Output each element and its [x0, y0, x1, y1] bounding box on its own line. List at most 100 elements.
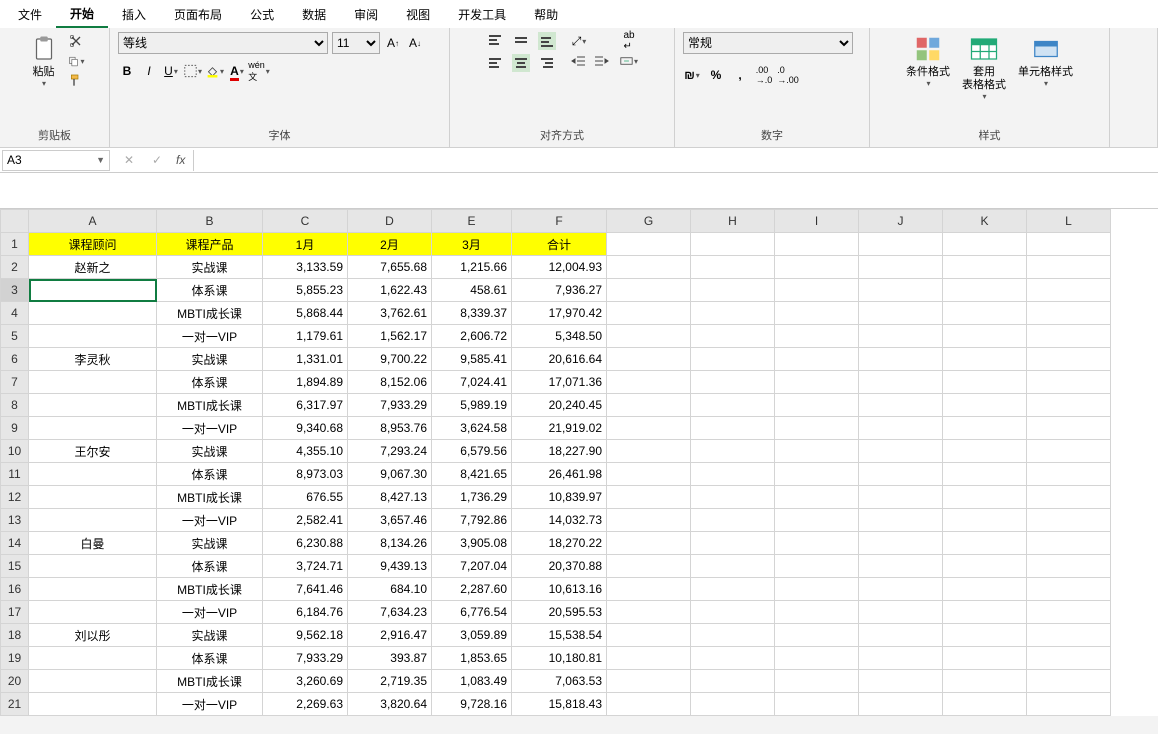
increase-indent-button[interactable] [592, 52, 610, 70]
cell[interactable] [691, 440, 775, 463]
cell[interactable]: 一对一VIP [157, 325, 263, 348]
cell[interactable] [775, 624, 859, 647]
cell[interactable] [859, 555, 943, 578]
cell[interactable]: 7,655.68 [348, 256, 432, 279]
cell[interactable]: 6,776.54 [432, 601, 512, 624]
align-center-button[interactable] [512, 54, 530, 72]
cell[interactable] [691, 302, 775, 325]
cell[interactable] [859, 394, 943, 417]
cut-button[interactable] [67, 32, 85, 50]
row-header-10[interactable]: 10 [1, 440, 29, 463]
cell[interactable]: 7,207.04 [432, 555, 512, 578]
cell[interactable] [1027, 463, 1111, 486]
col-header-D[interactable]: D [348, 210, 432, 233]
cell[interactable] [29, 693, 157, 716]
cell[interactable]: 7,936.27 [512, 279, 607, 302]
row-header-1[interactable]: 1 [1, 233, 29, 256]
cell[interactable] [775, 348, 859, 371]
phonetic-button[interactable]: wén文▾ [250, 62, 268, 80]
accounting-format-button[interactable]: ₪▾ [683, 66, 701, 84]
cell[interactable]: 课程产品 [157, 233, 263, 256]
cell[interactable] [29, 302, 157, 325]
menu-开发工具[interactable]: 开发工具 [444, 2, 520, 27]
cell[interactable]: 6,184.76 [263, 601, 348, 624]
row-header-11[interactable]: 11 [1, 463, 29, 486]
menu-视图[interactable]: 视图 [392, 2, 444, 27]
align-top-button[interactable] [486, 32, 504, 50]
col-header-G[interactable]: G [607, 210, 691, 233]
cell[interactable] [607, 417, 691, 440]
cell[interactable] [943, 555, 1027, 578]
cell[interactable] [943, 647, 1027, 670]
cell[interactable] [607, 256, 691, 279]
cell[interactable] [943, 371, 1027, 394]
paste-button[interactable]: 粘贴 ▾ [25, 32, 63, 90]
cell[interactable]: 3,905.08 [432, 532, 512, 555]
cell[interactable] [859, 279, 943, 302]
align-middle-button[interactable] [512, 32, 530, 50]
cell[interactable]: 7,933.29 [348, 394, 432, 417]
menu-插入[interactable]: 插入 [108, 2, 160, 27]
fill-color-button[interactable]: ▾ [206, 62, 224, 80]
cell[interactable] [775, 486, 859, 509]
conditional-format-button[interactable]: 条件格式▾ [902, 32, 954, 90]
cell[interactable]: 体系课 [157, 279, 263, 302]
cell[interactable] [607, 670, 691, 693]
cell[interactable]: 1,736.29 [432, 486, 512, 509]
cell[interactable]: 5,868.44 [263, 302, 348, 325]
cell[interactable] [1027, 693, 1111, 716]
comma-button[interactable]: , [731, 66, 749, 84]
cell[interactable]: 8,953.76 [348, 417, 432, 440]
cell[interactable]: 3月 [432, 233, 512, 256]
cell[interactable] [691, 624, 775, 647]
cell[interactable]: 8,427.13 [348, 486, 432, 509]
cell[interactable]: 3,133.59 [263, 256, 348, 279]
cell[interactable] [29, 417, 157, 440]
bold-button[interactable]: B [118, 62, 136, 80]
cell[interactable] [607, 463, 691, 486]
row-header-4[interactable]: 4 [1, 302, 29, 325]
cell[interactable] [607, 624, 691, 647]
name-box[interactable]: A3 ▼ [2, 150, 110, 171]
cell[interactable]: 3,260.69 [263, 670, 348, 693]
cell[interactable]: 体系课 [157, 647, 263, 670]
menu-开始[interactable]: 开始 [56, 1, 108, 28]
cell[interactable] [691, 601, 775, 624]
cell[interactable] [607, 693, 691, 716]
cell[interactable]: 20,240.45 [512, 394, 607, 417]
cell[interactable]: 9,562.18 [263, 624, 348, 647]
cell[interactable]: 实战课 [157, 532, 263, 555]
cell[interactable]: 10,613.16 [512, 578, 607, 601]
percent-button[interactable]: % [707, 66, 725, 84]
cell[interactable]: 1,083.49 [432, 670, 512, 693]
spreadsheet-grid[interactable]: ABCDEFGHIJKL 1课程顾问课程产品1月2月3月合计2赵新之实战课3,1… [0, 209, 1111, 716]
cell[interactable] [691, 371, 775, 394]
cell[interactable]: 6,317.97 [263, 394, 348, 417]
cell[interactable] [29, 325, 157, 348]
cell[interactable] [1027, 233, 1111, 256]
cell[interactable] [1027, 440, 1111, 463]
row-header-7[interactable]: 7 [1, 371, 29, 394]
cell[interactable]: 一对一VIP [157, 601, 263, 624]
cell[interactable] [607, 348, 691, 371]
cell[interactable]: 2,916.47 [348, 624, 432, 647]
number-format-select[interactable]: 常规 [683, 32, 853, 54]
cell[interactable] [775, 509, 859, 532]
cell[interactable] [1027, 302, 1111, 325]
align-right-button[interactable] [538, 54, 556, 72]
cell[interactable]: 676.55 [263, 486, 348, 509]
cell[interactable] [1027, 532, 1111, 555]
row-header-12[interactable]: 12 [1, 486, 29, 509]
cell[interactable] [607, 509, 691, 532]
cell[interactable]: 3,820.64 [348, 693, 432, 716]
cell[interactable]: 21,919.02 [512, 417, 607, 440]
cell[interactable] [691, 417, 775, 440]
cell[interactable] [775, 256, 859, 279]
cell[interactable] [691, 394, 775, 417]
cell[interactable] [859, 601, 943, 624]
row-header-20[interactable]: 20 [1, 670, 29, 693]
col-header-F[interactable]: F [512, 210, 607, 233]
cell[interactable] [775, 325, 859, 348]
cell[interactable] [691, 256, 775, 279]
cell[interactable]: 8,339.37 [432, 302, 512, 325]
